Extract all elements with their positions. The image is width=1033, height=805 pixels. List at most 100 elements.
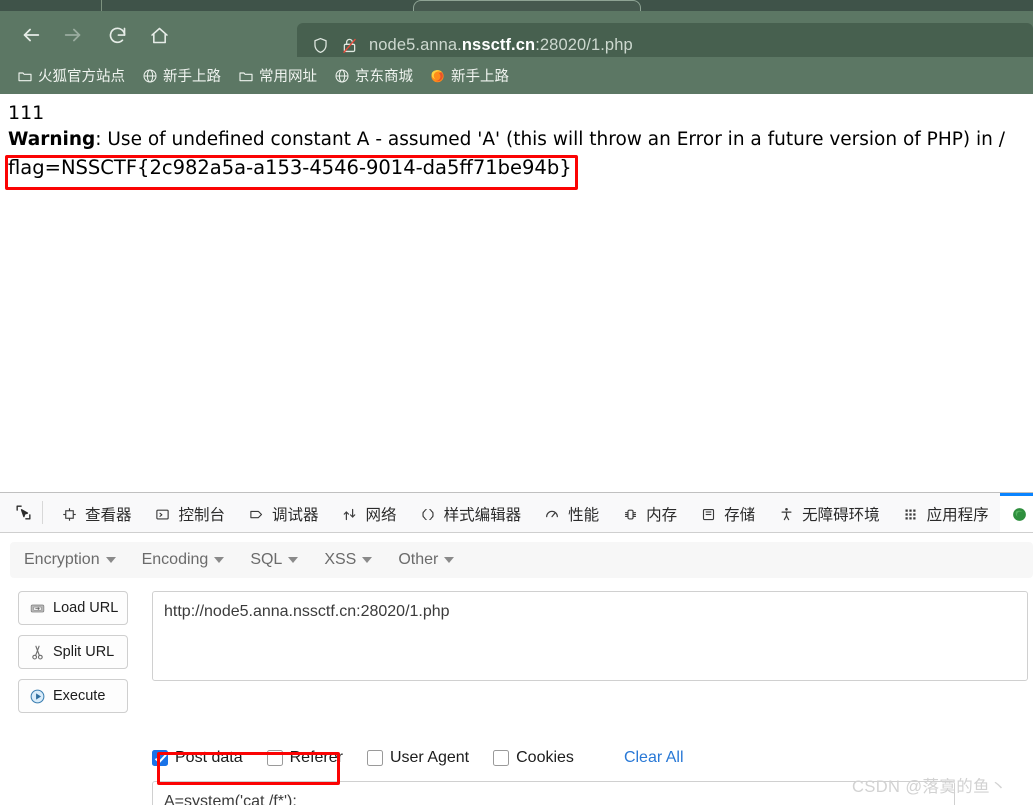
checkbox-referer[interactable]: Referer [266,749,343,767]
bookmark-item-xinshou-2[interactable]: 新手上路 [423,62,515,89]
hackbar-icon [1011,506,1029,523]
devtools-separator [42,501,43,524]
tab-strip [0,0,1033,20]
bookmark-item-jingdong[interactable]: 京东商城 [327,62,419,89]
button-label: Load URL [53,600,119,616]
globe-icon [333,67,350,84]
accessibility-icon [777,506,795,522]
url-suffix: :28020/1.php [535,35,633,54]
bookmark-label: 常用网址 [259,69,317,85]
tab-storage[interactable]: 存储 [688,493,766,532]
checkbox-label: User Agent [389,749,470,766]
url-prefix: node5.anna. [369,35,462,54]
shield-icon[interactable] [311,36,330,55]
globe-icon [141,67,158,84]
tab-label: 控制台 [178,507,226,524]
button-label: Execute [53,688,106,704]
post-data-input[interactable]: A=system('cat /f*'); [152,781,955,805]
bookmark-label: 京东商城 [355,69,413,85]
reload-button[interactable] [104,22,130,48]
button-label: Split URL [53,644,115,660]
menu-label: Other [398,551,439,568]
tab-hackbar[interactable]: Ha [999,493,1033,532]
tab-label: 应用程序 [926,507,989,524]
home-button[interactable] [146,22,172,48]
chevron-down-icon [362,557,373,563]
home-icon [149,25,170,46]
page-text-111: 111 [8,102,45,124]
devtools-tab-bar: 查看器 控制台 调试器 网络 样式编辑器 性能 内存 存储 无障碍环境 应用程序 [0,493,1033,533]
address-bar-text: node5.anna.nssctf.cn:28020/1.php [369,36,633,55]
menu-xss[interactable]: XSS [324,551,373,569]
checkbox-box [152,750,168,766]
checkbox-label: Post data [175,749,243,766]
hackbar-options-row: Post data Referer User Agent Cookies Cle… [152,745,684,771]
bookmark-item-xinshou-1[interactable]: 新手上路 [135,62,227,89]
chevron-down-icon [105,557,116,563]
devtools-panel: 查看器 控制台 调试器 网络 样式编辑器 性能 内存 存储 无障碍环境 应用程序… [0,492,1033,805]
load-url-button[interactable]: Load URL [18,591,128,625]
checkbox-user-agent[interactable]: User Agent [366,749,470,767]
menu-encoding[interactable]: Encoding [142,551,225,569]
flag-text: flag=NSSCTF{2c982a5a-a153-4546-9014-da5f… [8,156,572,179]
tab-label: 无障碍环境 [802,507,880,524]
bookmark-label: 新手上路 [451,69,509,85]
lock-crossed-icon[interactable] [340,36,359,55]
tab-label: 调试器 [272,507,319,524]
tab-debugger[interactable]: 调试器 [236,493,330,532]
hackbar-menu-bar: Encryption Encoding SQL XSS Other [10,542,1033,578]
checkbox-label: Referer [289,749,343,766]
folder-icon [16,67,33,84]
checkbox-label: Cookies [516,749,574,766]
checkbox-post-data[interactable]: Post data [152,749,243,767]
clear-all-link[interactable]: Clear All [624,749,684,767]
bookmark-item-changyong[interactable]: 常用网址 [231,62,323,89]
warning-label: Warning [8,129,96,150]
hackbar-action-buttons: Load URL Split URL Execute [18,591,128,723]
split-url-button[interactable]: Split URL [18,635,128,669]
reload-icon [107,25,128,46]
url-input[interactable]: http://node5.anna.nssctf.cn:28020/1.php [152,591,1028,681]
menu-label: Encoding [141,551,209,568]
tab-console[interactable]: 控制台 [143,493,237,532]
chevron-down-icon [444,557,455,563]
scissors-icon [28,643,46,661]
arrow-right-icon [62,24,84,46]
bookmark-item-huohu[interactable]: 火狐官方站点 [10,62,131,89]
chevron-down-icon [288,557,299,563]
tab-label: 网络 [365,507,397,524]
bookmark-label: 新手上路 [163,69,221,85]
navigation-toolbar: node5.anna.nssctf.cn:28020/1.php [0,11,1033,67]
tab-label: 存储 [724,507,756,524]
tab-inspector[interactable]: 查看器 [49,493,143,532]
storage-icon [699,507,717,522]
menu-encryption[interactable]: Encryption [24,551,116,569]
menu-sql[interactable]: SQL [250,551,299,569]
forward-button[interactable] [60,22,86,48]
tab-label: 内存 [646,507,678,524]
execute-button[interactable]: Execute [18,679,128,713]
tab-network[interactable]: 网络 [330,493,408,532]
menu-other[interactable]: Other [398,551,455,569]
tab-performance[interactable]: 性能 [532,493,610,532]
element-picker-icon[interactable] [6,493,40,532]
debugger-icon [247,507,265,522]
tab-application[interactable]: 应用程序 [891,493,1000,532]
tab-style-editor[interactable]: 样式编辑器 [408,493,533,532]
checkbox-box [266,750,283,766]
back-button[interactable] [18,22,44,48]
menu-label: Encryption [24,551,100,568]
play-icon [28,687,46,705]
style-editor-icon [419,507,437,522]
menu-label: SQL [250,551,283,568]
chevron-down-icon [214,557,225,563]
tab-accessibility[interactable]: 无障碍环境 [766,493,891,532]
load-url-icon [28,599,46,617]
menu-label: XSS [324,551,357,568]
bookmarks-toolbar: 火狐官方站点 新手上路 常用网址 京东商城 新手上路 [0,57,1033,94]
tab-memory[interactable]: 内存 [610,493,688,532]
checkbox-cookies[interactable]: Cookies [493,749,574,767]
checkbox-box [493,750,510,766]
url-host: nssctf.cn [461,35,536,54]
application-icon [902,507,920,522]
